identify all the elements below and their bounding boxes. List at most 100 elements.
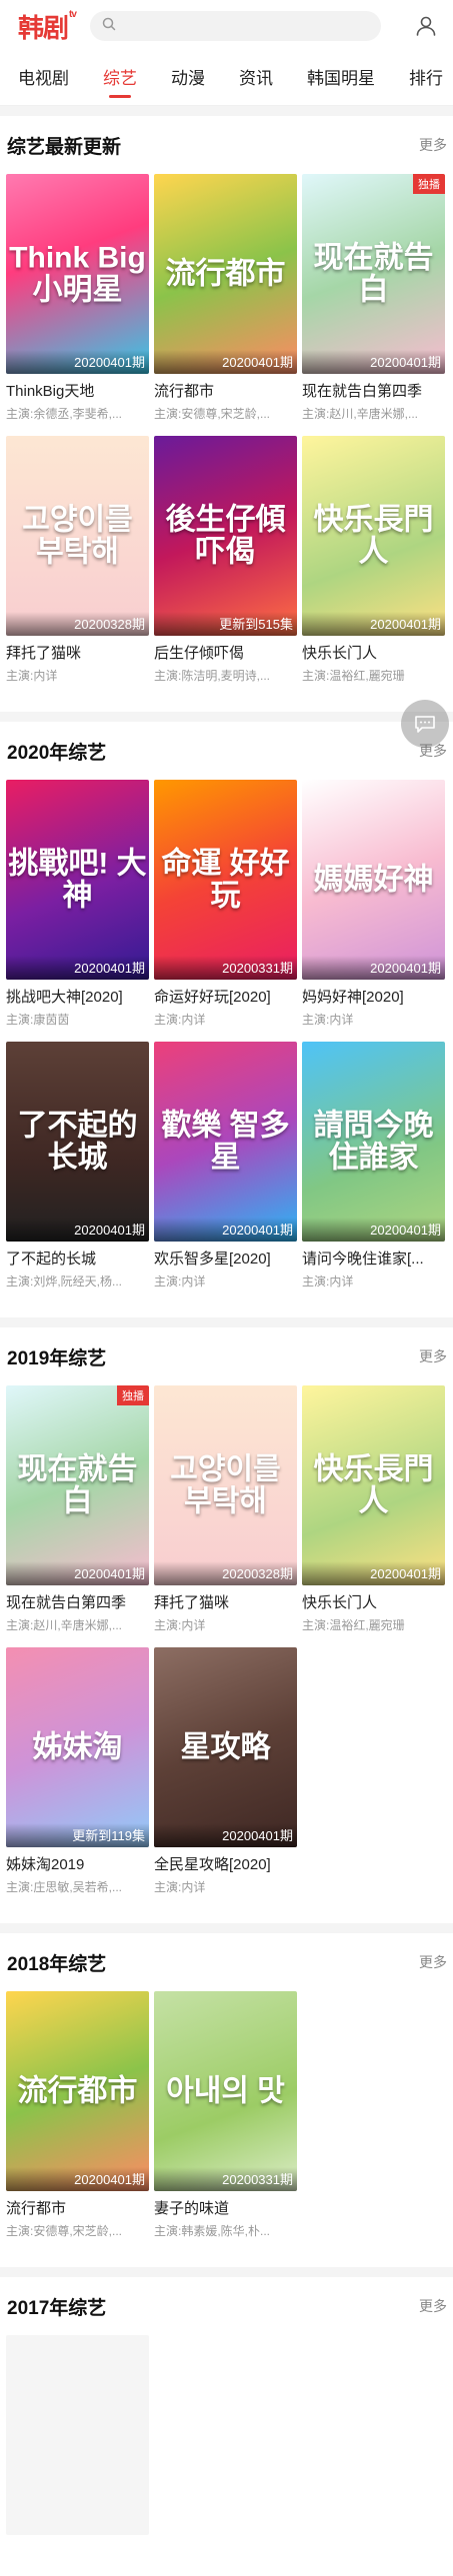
show-card[interactable]: Think Big 小明星 20200401期 ThinkBig天地 主演:余德丞,李… xyxy=(6,174,149,422)
poster-title-art: 流行都市 xyxy=(165,257,286,291)
show-title[interactable]: 挑战吧大神[2020] xyxy=(6,986,149,1007)
app-header: 韩剧tv xyxy=(0,0,453,52)
show-poster[interactable]: 快乐長門人 20200401期 xyxy=(302,1385,445,1585)
card-grid: 现在就告白 独播 20200401期 现在就告白第四季 主演:赵川,辛唐米娜,... 고양… xyxy=(0,1385,453,1909)
poster-title-art: 고양이를 부탁해 xyxy=(22,503,133,568)
show-poster[interactable] xyxy=(6,2335,149,2535)
show-poster[interactable]: 了不起的长城 20200401期 xyxy=(6,1042,149,1242)
show-title[interactable]: 命运好好玩[2020] xyxy=(154,986,297,1007)
show-card[interactable] xyxy=(6,2335,149,2535)
section-title: 2018年综艺 xyxy=(7,1953,107,1975)
show-card[interactable]: 아내의 맛 20200331期 妻子的味道 主演:韩素媛,陈华,朴... xyxy=(154,1991,297,2239)
show-poster[interactable]: 快乐長門人 20200401期 xyxy=(302,436,445,636)
show-cast: 主演:内详 xyxy=(6,669,58,683)
show-title[interactable]: 流行都市 xyxy=(6,2197,149,2218)
show-cast: 主演:康茵茵 xyxy=(6,1013,70,1027)
show-poster[interactable]: 现在就告白 独播 20200401期 xyxy=(6,1385,149,1585)
show-title[interactable]: 欢乐智多星[2020] xyxy=(154,1248,297,1269)
show-poster[interactable]: 现在就告白 独播 20200401期 xyxy=(302,174,445,374)
show-card[interactable]: 快乐長門人 20200401期 快乐长门人 主演:温裕红,麗宛珊 xyxy=(302,436,445,684)
show-poster[interactable]: 고양이를 부탁해 20200328期 xyxy=(6,436,149,636)
show-title[interactable]: 妈妈好神[2020] xyxy=(302,986,445,1007)
tab-5[interactable]: 排行 xyxy=(409,52,443,105)
card-grid xyxy=(0,2335,453,2549)
show-title[interactable]: 流行都市 xyxy=(154,380,297,401)
show-card[interactable]: 星攻略 20200401期全民星攻略[2020] 主演:内详 xyxy=(154,1647,297,1895)
episode-badge: 20200401期 xyxy=(154,1823,297,1847)
more-link[interactable]: 更多 xyxy=(419,1952,447,1972)
show-card[interactable]: 现在就告白 独播 20200401期现在就告白第四季主演:赵川,辛唐米娜,... xyxy=(6,1385,149,1633)
episode-badge: 20200401期 xyxy=(302,1218,445,1242)
show-title[interactable]: ThinkBig天地 xyxy=(6,380,149,401)
show-title[interactable]: 妻子的味道 xyxy=(154,2197,297,2218)
show-title[interactable]: 拜托了猫咪 xyxy=(154,1591,297,1612)
site-logo[interactable]: 韩剧tv xyxy=(18,8,77,45)
section-divider xyxy=(0,2267,453,2277)
poster-title-art: 後生仔傾吓偈 xyxy=(165,503,286,568)
show-poster[interactable]: 姊妹淘 更新到119集 xyxy=(6,1647,149,1847)
show-title[interactable]: 快乐长门人 xyxy=(302,1591,445,1612)
show-card[interactable]: 流行都市 20200401期 流行都市 主演:安德尊,宋芝龄,... xyxy=(6,1991,149,2239)
show-card[interactable]: 請問今晚 住誰家 20200401期请问今晚住谁家[... 主演:内详 xyxy=(302,1042,445,1289)
show-card[interactable]: 命運 好好玩 20200331期 命运好好玩[2020] 主演:内详 xyxy=(154,780,297,1028)
section-header: 2019年综艺 更多 xyxy=(0,1327,453,1385)
show-poster[interactable]: 命運 好好玩 20200331期 xyxy=(154,780,297,980)
show-card[interactable]: 媽媽好神 20200401期妈妈好神[2020] 主演:内详 xyxy=(302,780,445,1028)
tab-0[interactable]: 电视剧 xyxy=(18,52,69,105)
show-poster[interactable]: 媽媽好神 20200401期 xyxy=(302,780,445,980)
show-poster[interactable]: Think Big 小明星 20200401期 xyxy=(6,174,149,374)
show-card[interactable]: 挑戰吧! 大神 20200401期挑战吧大神[2020] 主演:康茵茵 xyxy=(6,780,149,1028)
tab-1[interactable]: 综艺 xyxy=(103,52,137,105)
show-poster[interactable]: 고양이를 부탁해 20200328期 xyxy=(154,1385,297,1585)
show-title[interactable]: 后生仔倾吓偈 xyxy=(154,642,297,663)
show-card[interactable]: 姊妹淘 更新到119集 姊妹淘2019 主演:庄思敏,吴若希,... xyxy=(6,1647,149,1895)
section: 2019年综艺 更多现在就告白 独播 20200401期现在就告白第四季主演:赵川,辛… xyxy=(0,1327,453,1923)
show-poster[interactable]: 挑戰吧! 大神 20200401期 xyxy=(6,780,149,980)
show-poster[interactable]: 後生仔傾吓偈 更新到515集 xyxy=(154,436,297,636)
show-title[interactable]: 拜托了猫咪 xyxy=(6,642,149,663)
show-poster[interactable]: 아내의 맛 20200331期 xyxy=(154,1991,297,2191)
poster-title-art: 现在就告白 xyxy=(313,241,434,306)
show-poster[interactable]: 流行都市 20200401期 xyxy=(6,1991,149,2191)
show-cast: 主演:内详 xyxy=(154,1880,206,1894)
show-title[interactable]: 现在就告白第四季 xyxy=(6,1591,149,1612)
show-card[interactable]: 了不起的长城 20200401期 了不起的长城 主演:刘烨,阮经天,杨... xyxy=(6,1042,149,1289)
tab-4[interactable]: 韩国明星 xyxy=(307,52,375,105)
show-title[interactable]: 全民星攻略[2020] xyxy=(154,1853,297,1874)
more-link[interactable]: 更多 xyxy=(419,2296,447,2316)
more-link[interactable]: 更多 xyxy=(419,1346,447,1366)
show-cast: 主演:内详 xyxy=(302,1275,354,1288)
show-card[interactable]: 流行都市 20200401期 流行都市 主演:安德尊,宋芝龄,... xyxy=(154,174,297,422)
show-title[interactable]: 请问今晚住谁家[... xyxy=(302,1248,445,1269)
show-poster[interactable]: 流行都市 20200401期 xyxy=(154,174,297,374)
show-card[interactable]: 快乐長門人 20200401期 快乐长门人 主演:温裕红,麗宛珊 xyxy=(302,1385,445,1633)
tab-2[interactable]: 动漫 xyxy=(171,52,205,105)
tab-3[interactable]: 资讯 xyxy=(239,52,273,105)
show-cast: 主演:安德尊,宋芝龄,... xyxy=(154,407,271,421)
show-title[interactable]: 了不起的长城 xyxy=(6,1248,149,1269)
show-card[interactable]: 现在就告白 独播 20200401期 现在就告白第四季 主演:赵川,辛唐米娜,... xyxy=(302,174,445,422)
episode-badge: 20200401期 xyxy=(154,1218,297,1242)
user-icon[interactable] xyxy=(409,9,443,43)
episode-badge: 20200401期 xyxy=(6,350,149,374)
section-divider xyxy=(0,1317,453,1327)
search-box[interactable] xyxy=(89,11,381,41)
episode-badge: 20200401期 xyxy=(6,2167,149,2191)
search-input[interactable] xyxy=(121,18,381,34)
show-card[interactable]: 고양이를 부탁해 20200328期拜托了猫咪主演:内详 xyxy=(6,436,149,684)
show-card[interactable]: 後生仔傾吓偈 更新到515集 后生仔倾吓偈 主演:陈洁明,麦明诗,... xyxy=(154,436,297,684)
show-poster[interactable]: 歡樂 智多星 20200401期 xyxy=(154,1042,297,1242)
show-card[interactable]: 歡樂 智多星 20200401期 欢乐智多星[2020] 主演:内详 xyxy=(154,1042,297,1289)
section-title: 2019年综艺 xyxy=(7,1347,107,1369)
show-poster[interactable]: 星攻略 20200401期 xyxy=(154,1647,297,1847)
show-card[interactable]: 고양이를 부탁해 20200328期 拜托了猫咪 主演:内详 xyxy=(154,1385,297,1633)
more-link[interactable]: 更多 xyxy=(419,135,447,155)
show-cast: 主演:赵川,辛唐米娜,... xyxy=(6,1618,123,1632)
episode-badge: 20200401期 xyxy=(154,350,297,374)
show-cast: 主演:内详 xyxy=(302,1013,354,1027)
show-title[interactable]: 现在就告白第四季 xyxy=(302,380,445,401)
show-title[interactable]: 快乐长门人 xyxy=(302,642,445,663)
show-title[interactable]: 姊妹淘2019 xyxy=(6,1853,149,1874)
show-poster[interactable]: 請問今晚 住誰家 20200401期 xyxy=(302,1042,445,1242)
chat-float-button[interactable] xyxy=(401,700,449,748)
